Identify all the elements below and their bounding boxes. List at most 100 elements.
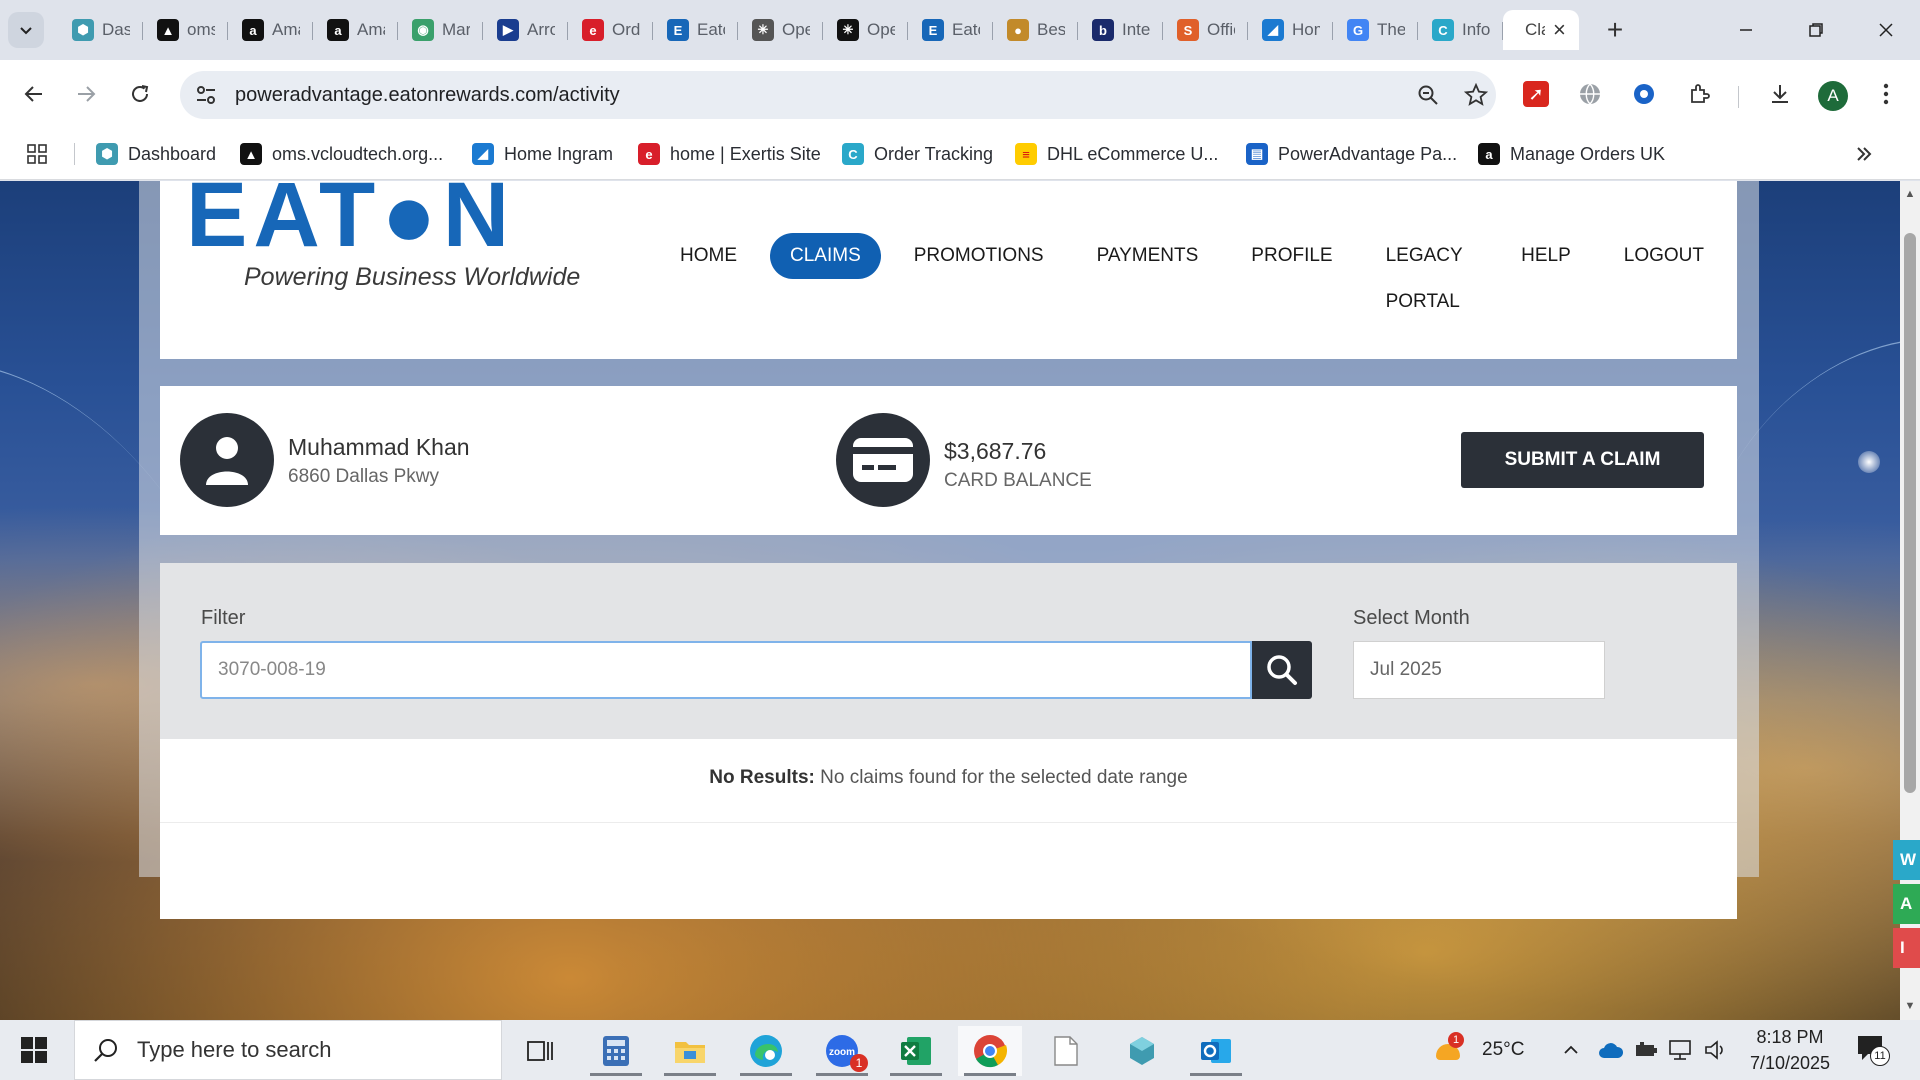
nav-logout[interactable]: LOGOUT (1604, 233, 1724, 279)
browser-tab[interactable]: e Order (568, 10, 653, 50)
system-clock[interactable]: 8:18 PM 7/10/2025 (1738, 1024, 1842, 1076)
pdf-extension-icon[interactable]: ➚ (1516, 74, 1556, 114)
tab-search-button[interactable] (8, 12, 44, 48)
nav-profile[interactable]: PROFILE (1231, 233, 1352, 279)
bookmark-item[interactable]: e home | Exertis Site (638, 141, 821, 167)
side-widget-w[interactable]: W (1893, 840, 1920, 880)
filter-search-button[interactable] (1252, 641, 1312, 699)
browser-tab[interactable]: Claims × (1503, 10, 1579, 50)
site-info-icon[interactable] (194, 83, 218, 112)
menu-kebab-icon[interactable] (1866, 74, 1906, 114)
browser-tab[interactable]: a Amazon (228, 10, 313, 50)
globe-extension-icon[interactable] (1570, 74, 1610, 114)
weather-sun-icon: 1 (1434, 1032, 1466, 1064)
back-button[interactable] (14, 74, 54, 114)
nav-legacy-portal[interactable]: LEGACY PORTAL (1366, 233, 1489, 312)
taskbar-hexagon-app[interactable] (1110, 1026, 1174, 1076)
browser-tab[interactable]: ▲ oms.vcloudtech (143, 10, 228, 50)
select-month-input[interactable] (1353, 641, 1605, 699)
outlook-icon (1201, 1039, 1231, 1063)
site-header: EAT●N Powering Business Worldwide HOME CL… (160, 181, 1737, 359)
side-widget-i[interactable]: I (1893, 928, 1920, 968)
url-text[interactable]: poweradvantage.eatonrewards.com/activity (235, 84, 620, 107)
triangle-logo-icon: ▲ (240, 143, 262, 165)
taskbar-notepad[interactable] (1034, 1026, 1098, 1076)
gear-extension-icon[interactable] (1624, 74, 1664, 114)
close-window-button[interactable] (1866, 10, 1906, 50)
browser-tab[interactable]: ✳ OpenAI (823, 10, 908, 50)
scroll-thumb[interactable] (1904, 233, 1916, 793)
bookmark-item[interactable]: ◢ Home Ingram (472, 141, 613, 167)
taskbar-calculator[interactable] (584, 1026, 648, 1076)
submit-claim-button[interactable]: SUBMIT A CLAIM (1461, 432, 1704, 488)
browser-tab[interactable]: ● Best (993, 10, 1078, 50)
browser-tab[interactable]: ◢ Home (1248, 10, 1333, 50)
browser-tab[interactable]: G The (1333, 10, 1418, 50)
browser-tab[interactable]: C Info (1418, 10, 1503, 50)
battery-tray[interactable] (1634, 1036, 1658, 1064)
filter-input[interactable] (200, 641, 1252, 699)
browser-tab[interactable]: b Intel (1078, 10, 1163, 50)
arrow-right-icon (78, 86, 96, 102)
nav-payments[interactable]: PAYMENTS (1077, 233, 1219, 279)
bookmark-item[interactable]: ▲ oms.vcloudtech.org... (240, 141, 443, 167)
reload-button[interactable] (120, 74, 160, 114)
nav-help[interactable]: HELP (1501, 233, 1591, 279)
taskbar-search-placeholder: Type here to search (137, 1037, 332, 1062)
browser-tab[interactable]: ⬢ Dashboard (58, 10, 143, 50)
network-tray[interactable] (1668, 1036, 1694, 1064)
taskbar-edge[interactable] (734, 1026, 798, 1076)
scroll-up-arrow[interactable]: ▲ (1903, 187, 1917, 201)
close-tab-icon[interactable]: × (1553, 17, 1566, 43)
notification-center-button[interactable]: 11 (1856, 1034, 1890, 1066)
taskbar-file-explorer[interactable] (658, 1026, 722, 1076)
apps-grid-button[interactable] (26, 141, 48, 167)
browser-tab[interactable]: ▶ Arrow (483, 10, 568, 50)
forward-button[interactable] (66, 74, 106, 114)
bookmark-item[interactable]: ⬢ Dashboard (96, 141, 216, 167)
taskbar-excel[interactable] (884, 1026, 948, 1076)
weather-widget[interactable]: 1 25°C (1434, 1032, 1524, 1064)
scroll-down-arrow[interactable]: ▼ (1903, 999, 1917, 1013)
browser-tab[interactable]: E Eaton (653, 10, 738, 50)
restore-button[interactable] (1796, 10, 1836, 50)
bookmark-item[interactable]: ≡ DHL eCommerce U... (1015, 141, 1218, 167)
new-tab-button[interactable]: + (1597, 12, 1633, 48)
extensions-puzzle-icon[interactable] (1680, 74, 1720, 114)
bookmark-item[interactable]: ▤ PowerAdvantage Pa... (1246, 141, 1457, 167)
nav-claims[interactable]: CLAIMS (770, 233, 881, 279)
minimize-button[interactable] (1726, 10, 1766, 50)
browser-tab[interactable]: a Amazon (313, 10, 398, 50)
bookmark-star-icon[interactable] (1460, 79, 1492, 111)
nav-promotions[interactable]: PROMOTIONS (894, 233, 1064, 279)
taskbar-chrome[interactable] (958, 1026, 1022, 1076)
eaton-logo[interactable]: EAT●N (186, 181, 515, 261)
amazon-icon: a (1478, 143, 1500, 165)
downloads-icon[interactable] (1760, 74, 1800, 114)
bookmark-item[interactable]: a Manage Orders UK (1478, 141, 1665, 167)
browser-tab[interactable]: E Eaton (908, 10, 993, 50)
zoom-icon[interactable] (1412, 79, 1444, 111)
bookmarks-bar: ⬢ Dashboard ▲ oms.vcloudtech.org... ◢ Home In… (0, 128, 1920, 180)
tab-title: Marketplace (442, 20, 470, 39)
side-widget-a[interactable]: A (1893, 884, 1920, 924)
taskbar-outlook[interactable] (1184, 1026, 1248, 1076)
account-address: 6860 Dallas Pkwy (288, 466, 440, 487)
browser-tab[interactable]: S Office (1163, 10, 1248, 50)
onedrive-tray[interactable] (1598, 1036, 1624, 1064)
more-bookmarks-button[interactable] (1855, 141, 1873, 167)
volume-tray[interactable] (1704, 1036, 1728, 1064)
taskbar-search[interactable]: Type here to search (74, 1020, 502, 1080)
bookmark-item[interactable]: C Order Tracking (842, 141, 993, 167)
nav-home[interactable]: HOME (660, 233, 757, 279)
address-bar[interactable]: poweradvantage.eatonrewards.com/activity (180, 71, 1496, 119)
browser-tab[interactable]: ✳ OpenAI (738, 10, 823, 50)
zoom-notification-badge: 1 (850, 1054, 868, 1072)
show-hidden-icons-button[interactable] (1562, 1036, 1580, 1064)
taskbar-zoom[interactable]: zoom 1 (810, 1026, 874, 1076)
start-button[interactable] (14, 1032, 54, 1068)
bookmarks-divider (74, 143, 75, 165)
task-view-button[interactable] (508, 1026, 572, 1076)
profile-avatar[interactable]: A (1818, 81, 1848, 111)
browser-tab[interactable]: ◉ Marketplace (398, 10, 483, 50)
